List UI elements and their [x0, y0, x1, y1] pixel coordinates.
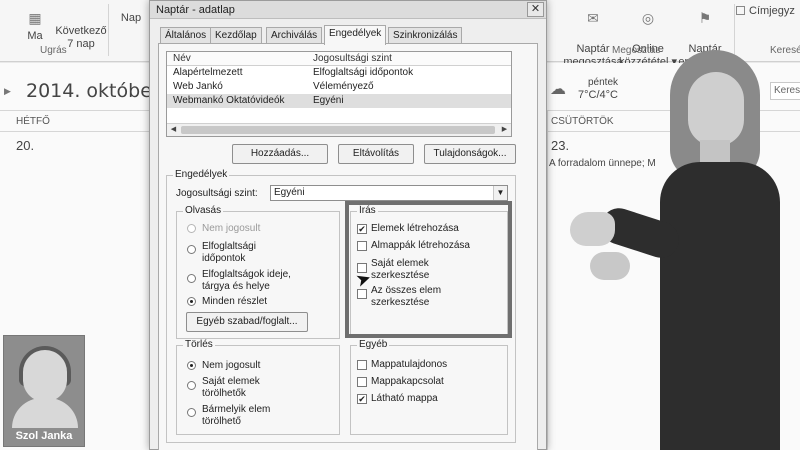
permission-level-select[interactable]: Egyéni ▼: [270, 185, 508, 201]
remove-button[interactable]: Eltávolítás: [338, 144, 414, 164]
group-label-jump: Ugrás: [40, 45, 67, 56]
read-freebusy-label: Elfoglaltsági időpontok: [202, 241, 256, 264]
folder-owner-label: Mappatulajdonos: [371, 359, 448, 370]
delete-own-radio[interactable]: [187, 381, 196, 390]
tab-general[interactable]: Általános: [160, 27, 212, 44]
tab-archiving[interactable]: Archiválás: [266, 27, 323, 44]
list-item[interactable]: Web Jankó Véleményező: [167, 80, 511, 94]
dialog-title: Naptár - adatlap: [156, 4, 235, 16]
read-none-label: Nem jogosult: [202, 223, 261, 234]
ribbon-separator: [108, 4, 109, 56]
day-view-label: Nap: [120, 12, 142, 24]
scrollbar-thumb[interactable]: [181, 126, 495, 134]
properties-button[interactable]: Tulajdonságok...: [424, 144, 516, 164]
permission-level-label: Jogosultsági szint:: [176, 188, 258, 199]
chevron-down-icon[interactable]: ▼: [493, 186, 507, 200]
delete-none-radio[interactable]: [187, 361, 196, 370]
read-group-title: Olvasás: [183, 205, 224, 216]
list-item-level: Elfoglaltsági időpontok: [313, 67, 414, 78]
write-highlight-frame: [345, 201, 512, 338]
expand-arrow-icon[interactable]: ▶: [4, 86, 11, 97]
delete-all-label: Bármelyik elem törölhető: [202, 404, 271, 427]
permission-level-value: Egyéni: [274, 187, 305, 198]
horizontal-scrollbar[interactable]: ◀ ▶: [167, 123, 511, 136]
calendar-icon: ▦: [28, 10, 42, 26]
folder-visible-checkbox[interactable]: ✔: [357, 394, 367, 404]
presenter-video-overlay: [560, 40, 800, 450]
close-button[interactable]: ✕: [527, 2, 544, 17]
permission-list[interactable]: Név Jogosultsági szint Alapértelmezett E…: [166, 51, 512, 137]
calendar-properties-dialog: Naptár - adatlap ✕ Általános Kezdőlap Ar…: [149, 0, 547, 450]
list-item-name: Webmankó Oktatóvideók: [173, 95, 285, 106]
presenter-face: [688, 72, 744, 146]
list-item-name: Alapértelmezett: [173, 67, 243, 78]
presenter-hand: [570, 212, 615, 246]
day-number-20[interactable]: 20.: [16, 138, 34, 153]
author-name: Szol Janka: [15, 430, 73, 442]
list-item[interactable]: Alapértelmezett Elfoglaltsági időpontok: [167, 66, 511, 80]
add-button[interactable]: Hozzáadás...: [232, 144, 328, 164]
scroll-right-icon[interactable]: ▶: [498, 124, 511, 136]
delete-all-radio[interactable]: [187, 408, 196, 417]
read-subject-label: Elfoglaltságok ideje, tárgya és helye: [202, 269, 291, 292]
scroll-left-icon[interactable]: ◀: [167, 124, 180, 136]
tab-permissions[interactable]: Engedélyek: [324, 25, 387, 45]
folder-contact-checkbox[interactable]: [357, 377, 367, 387]
address-book-icon: [736, 6, 745, 15]
permissions-icon: ⚑: [698, 10, 712, 26]
address-book-button[interactable]: Címjegyz: [736, 5, 795, 17]
today-label: Ma: [27, 30, 43, 42]
day-view-button[interactable]: Nap: [116, 12, 146, 25]
dialog-titlebar: Naptár - adatlap ✕: [150, 1, 546, 19]
list-item-level: Egyéni: [313, 95, 344, 106]
address-book-label: Címjegyz: [749, 5, 795, 17]
globe-icon: ◎: [641, 10, 655, 26]
folder-owner-checkbox[interactable]: [357, 360, 367, 370]
tab-homepage[interactable]: Kezdőlap: [210, 27, 262, 44]
read-none-radio[interactable]: [187, 224, 196, 233]
read-subject-radio[interactable]: [187, 274, 196, 283]
read-full-label: Minden részlet: [202, 296, 268, 307]
presenter-torso: [660, 162, 780, 450]
column-header-level[interactable]: Jogosultsági szint: [313, 53, 392, 64]
delete-own-label: Saját elemek törölhetők: [202, 376, 260, 399]
list-item-name: Web Jankó: [173, 81, 223, 92]
presenter-hand: [590, 252, 630, 280]
share-calendar-icon: ✉: [587, 10, 599, 26]
read-freebusy-radio[interactable]: [187, 245, 196, 254]
permission-list-header: Név Jogosultsági szint: [167, 52, 511, 66]
list-item-level: Véleményező: [313, 81, 374, 92]
avatar-body: [12, 398, 78, 428]
list-item[interactable]: Webmankó Oktatóvideók Egyéni: [167, 94, 511, 108]
day-header-monday: HÉTFŐ: [16, 116, 50, 127]
today-button[interactable]: ▦ Ma: [22, 10, 48, 43]
avatar-face: [23, 350, 67, 402]
author-avatar: Szol Janka: [3, 335, 85, 447]
tab-sync[interactable]: Szinkronizálás: [388, 27, 463, 44]
other-freebusy-button[interactable]: Egyéb szabad/foglalt...: [186, 312, 308, 332]
column-header-name[interactable]: Név: [173, 53, 191, 64]
delete-group-title: Törlés: [183, 339, 215, 350]
permissions-group-title: Engedélyek: [173, 169, 230, 180]
folder-contact-label: Mappakapcsolat: [371, 376, 444, 387]
delete-none-label: Nem jogosult: [202, 360, 261, 371]
folder-visible-label: Látható mappa: [371, 393, 438, 404]
day-column-divider: [547, 110, 548, 450]
read-full-radio[interactable]: [187, 297, 196, 306]
other-group-title: Egyéb: [357, 339, 390, 350]
